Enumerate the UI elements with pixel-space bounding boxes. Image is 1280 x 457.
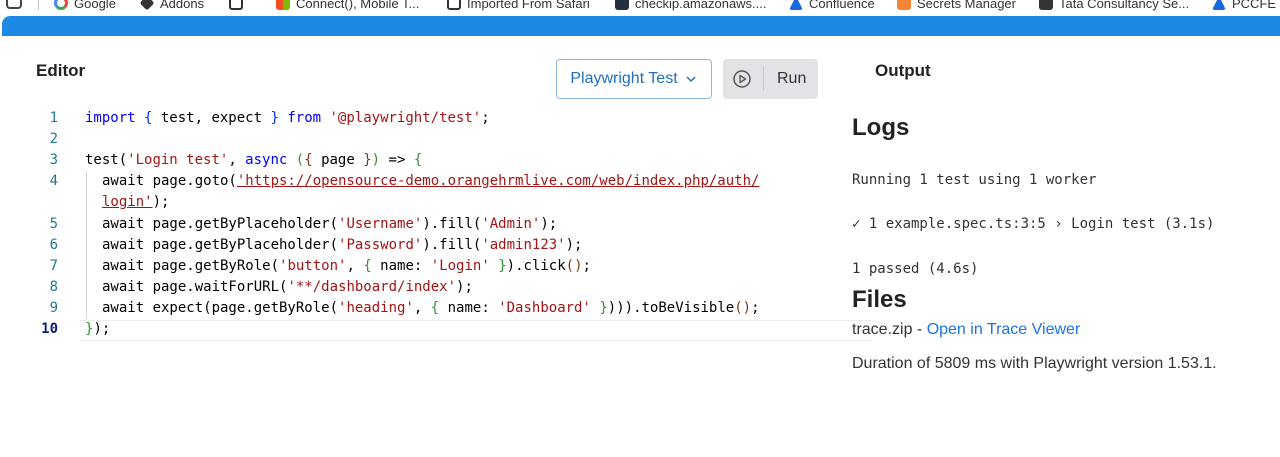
app-header-bar xyxy=(2,16,1280,36)
bookmark-connect[interactable]: Connect(), Mobile T... xyxy=(276,0,419,13)
log-line: 1 passed (4.6s) xyxy=(852,261,979,277)
line-number: 8 xyxy=(49,279,58,295)
code-line-6: await page.getByPlaceholder('Password').… xyxy=(102,237,583,253)
bookmark-label: Tata Consultancy Se... xyxy=(1059,0,1190,11)
addons-icon xyxy=(139,0,155,11)
current-line-highlight xyxy=(80,320,872,341)
framework-select-value: Playwright Test xyxy=(570,70,678,87)
code-line-7: await page.getByRole('button', { name: '… xyxy=(102,258,591,274)
bookmarks-separator xyxy=(38,0,39,10)
google-icon xyxy=(54,0,68,10)
framework-select[interactable]: Playwright Test xyxy=(556,59,712,99)
duration-text: Duration of 5809 ms with Playwright vers… xyxy=(852,355,1217,372)
aws-icon xyxy=(615,0,629,10)
line-number: 7 xyxy=(49,258,58,274)
code-line-3: test('Login test', async ({ page }) => { xyxy=(85,152,423,168)
files-heading: Files xyxy=(852,286,907,313)
open-trace-viewer-link[interactable]: Open in Trace Viewer xyxy=(927,321,1081,338)
secrets-icon xyxy=(897,0,911,10)
bookmark-label: PCCFE T xyxy=(1232,0,1280,11)
line-number: 3 xyxy=(49,152,58,168)
confluence-icon xyxy=(1212,0,1226,10)
trace-file-name: trace.zip - xyxy=(852,321,927,338)
browser-menu-icon[interactable] xyxy=(6,0,22,9)
bookmark-label: Imported From Safari xyxy=(467,0,590,11)
bookmark-label: checkip.amazonaws.... xyxy=(635,0,767,11)
confluence-icon xyxy=(789,0,803,10)
log-line: ✓ 1 example.spec.ts:3:5 › Login test (3.… xyxy=(852,216,1215,232)
bookmark-label: Addons xyxy=(160,0,205,11)
run-button-label: Run xyxy=(777,70,807,87)
bookmark-confluence[interactable]: Confluence xyxy=(789,0,875,13)
log-line: Running 1 test using 1 worker xyxy=(852,172,1097,188)
indent-guide xyxy=(86,171,87,319)
folder-icon xyxy=(229,0,243,10)
code-line-9: await expect(page.getByRole('heading', {… xyxy=(102,300,760,316)
bookmarks-bar: Google Addons Connect(), Mobile T... Imp… xyxy=(0,0,1280,14)
bookmark-label: Secrets Manager xyxy=(917,0,1016,11)
line-number: 1 xyxy=(49,110,58,126)
line-number-active: 10 xyxy=(41,321,58,337)
line-number: 4 xyxy=(49,173,58,189)
output-title: Output xyxy=(875,61,931,80)
play-icon xyxy=(733,70,751,88)
bookmark-pccfe[interactable]: PCCFE T xyxy=(1212,0,1280,13)
bookmark-secrets-manager[interactable]: Secrets Manager xyxy=(897,0,1016,13)
bookmark-imported-safari[interactable]: Imported From Safari xyxy=(447,0,590,13)
trace-file-row: trace.zip - Open in Trace Viewer xyxy=(852,321,1080,339)
bookmark-tata[interactable]: Tata Consultancy Se... xyxy=(1039,0,1189,13)
editor-title: Editor xyxy=(36,61,86,80)
bookmark-checkip[interactable]: checkip.amazonaws.... xyxy=(615,0,767,13)
windows-icon xyxy=(276,0,290,10)
code-line-4-wrap: login'); xyxy=(102,194,170,210)
run-button[interactable]: Run xyxy=(723,59,818,99)
tcs-icon xyxy=(1039,0,1053,10)
code-line-1: import { test, expect } from '@playwrigh… xyxy=(85,110,490,126)
line-number: 6 xyxy=(49,237,58,253)
bookmark-folder[interactable] xyxy=(229,0,243,13)
code-line-4: await page.goto('https://opensource-demo… xyxy=(102,173,760,189)
line-number: 5 xyxy=(49,216,58,232)
code-line-5: await page.getByPlaceholder('Username').… xyxy=(102,216,558,232)
chevron-down-icon xyxy=(686,76,696,82)
logs-heading: Logs xyxy=(852,114,910,141)
code-line-10: }); xyxy=(85,321,111,337)
folder-icon xyxy=(447,0,461,10)
bookmark-label: Google xyxy=(74,0,116,11)
bookmark-google[interactable]: Google xyxy=(54,0,116,13)
code-line-8: await page.waitForURL('**/dashboard/inde… xyxy=(102,279,473,295)
line-number: 2 xyxy=(49,131,58,147)
line-number: 9 xyxy=(49,300,58,316)
bookmark-label: Confluence xyxy=(809,0,875,11)
bookmark-label: Connect(), Mobile T... xyxy=(296,0,420,11)
bookmark-addons[interactable]: Addons xyxy=(139,0,205,13)
run-button-divider xyxy=(763,67,764,91)
